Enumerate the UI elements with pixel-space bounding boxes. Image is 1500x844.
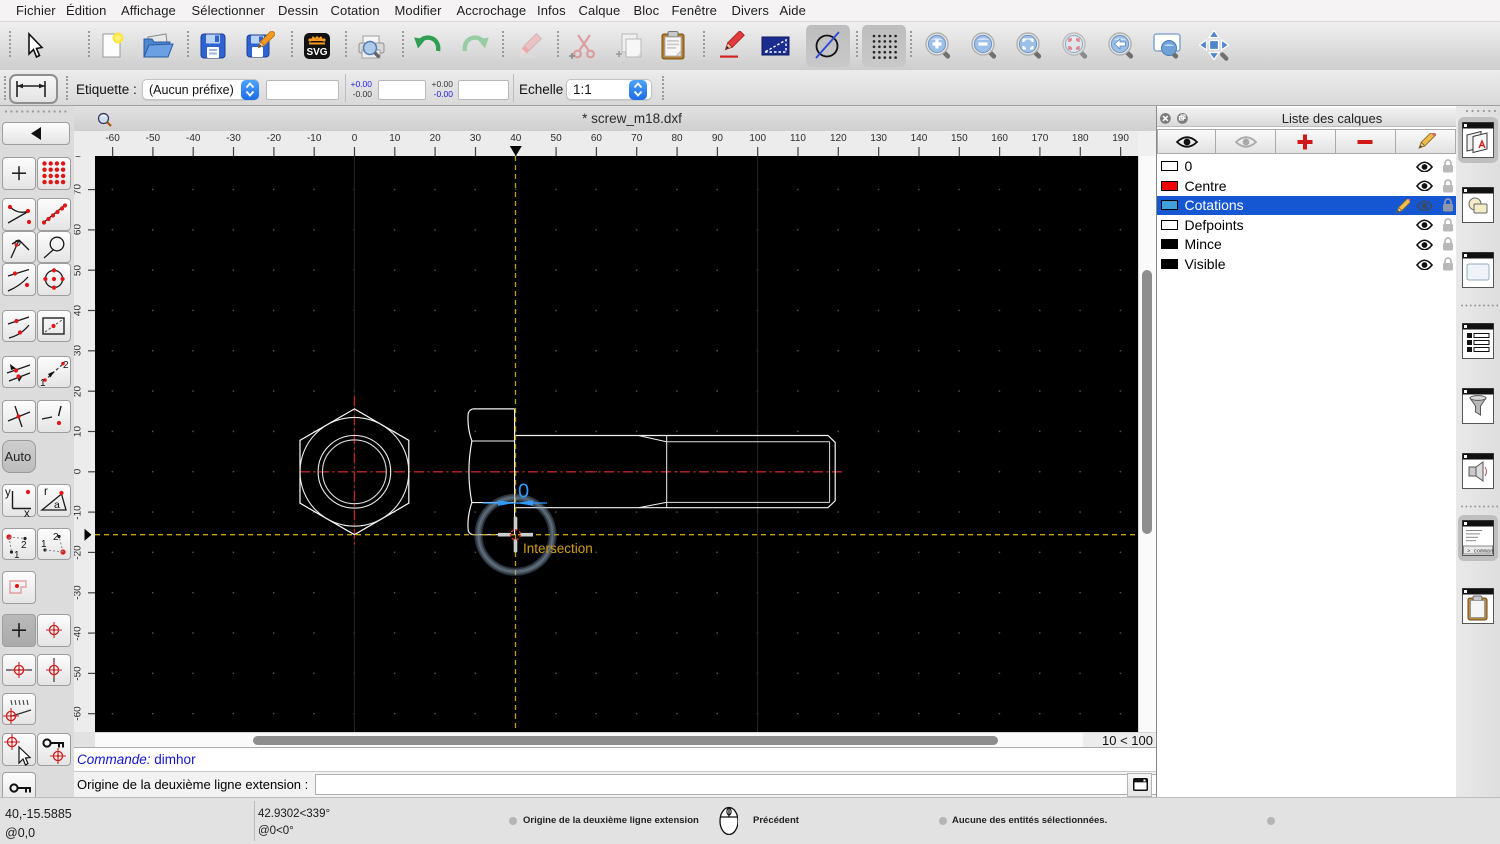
svg-text:SVG: SVG bbox=[306, 47, 327, 58]
svg-text:y: y bbox=[5, 487, 11, 499]
svg-text:r: r bbox=[44, 486, 48, 498]
svg-text:2: 2 bbox=[63, 360, 69, 371]
svg-text:1: 1 bbox=[40, 378, 46, 389]
svg-text:x: x bbox=[24, 508, 30, 517]
svg-text:0: 0 bbox=[518, 481, 529, 503]
svg-text:1: 1 bbox=[14, 550, 20, 561]
svg-text:2: 2 bbox=[21, 540, 27, 551]
svg-text:1: 1 bbox=[41, 539, 47, 550]
svg-text:2: 2 bbox=[53, 532, 59, 543]
svg-text:> command: > command bbox=[1467, 548, 1494, 555]
svg-text:Intersection: Intersection bbox=[523, 541, 593, 556]
svg-text:a: a bbox=[54, 499, 60, 511]
